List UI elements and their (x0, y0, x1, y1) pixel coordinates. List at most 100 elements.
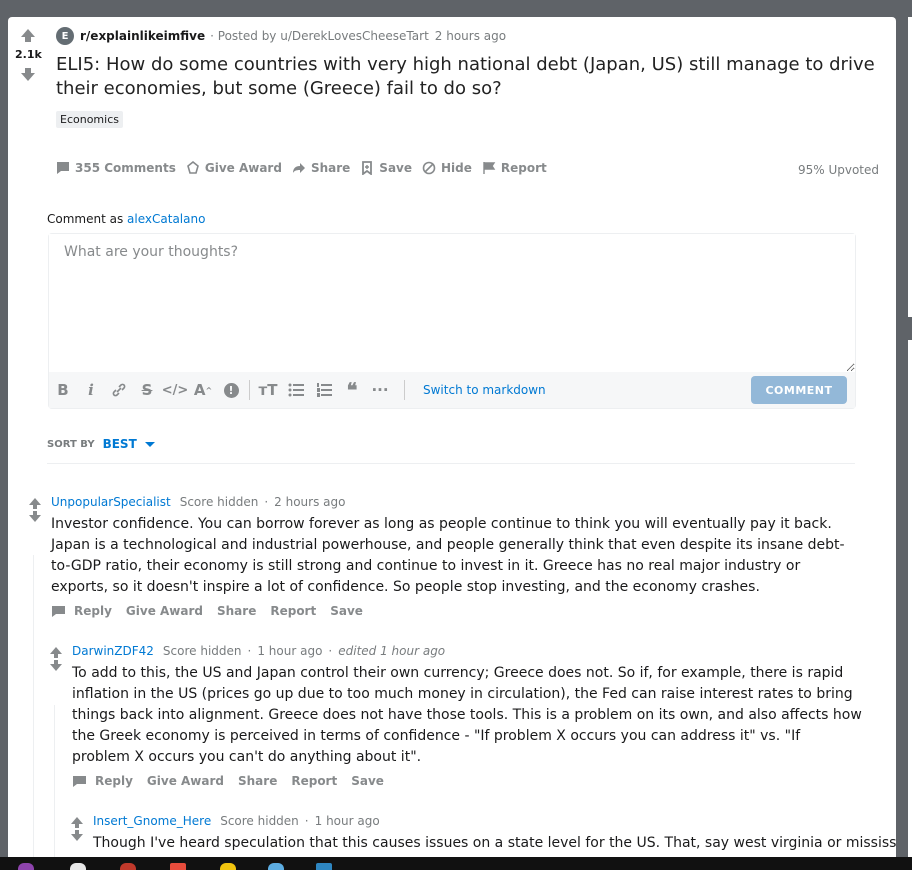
more-options-icon[interactable]: ··· (366, 376, 394, 404)
switch-to-markdown-link[interactable]: Switch to markdown (423, 383, 546, 397)
save-label: Save (379, 161, 412, 175)
report-label: Report (500, 161, 547, 175)
post-vote: 2.1k (15, 29, 42, 81)
flag-icon (483, 162, 496, 174)
post-time: 2 hours ago (434, 29, 507, 43)
code-icon[interactable]: </> (161, 376, 189, 404)
posted-by[interactable]: · Posted by u/DerekLovesCheeseTart (210, 29, 429, 43)
thread-line[interactable] (33, 555, 34, 857)
upvote-icon[interactable] (29, 498, 41, 509)
downvote-icon[interactable] (71, 830, 83, 841)
quote-icon[interactable]: ❝ (338, 376, 366, 404)
give-award-button[interactable]: Give Award (126, 604, 203, 618)
superscript-icon[interactable]: A ^ (189, 376, 217, 404)
side-panel-edge (908, 17, 912, 317)
share-label: Share (310, 161, 351, 175)
caret-down-icon (144, 441, 155, 447)
spoiler-icon[interactable]: ! (217, 376, 245, 404)
give-award-button[interactable]: Give Award (186, 161, 282, 175)
bold-icon[interactable]: B (49, 376, 77, 404)
sort-value: BEST (102, 437, 137, 451)
comment-header: Insert_Gnome_Here Score hidden · 1 hour … (93, 814, 380, 828)
reply-label: Reply (74, 604, 112, 618)
strikethrough-icon[interactable]: S (133, 376, 161, 404)
separator: · (264, 495, 269, 509)
save-button[interactable]: Save (351, 774, 384, 788)
downvote-icon[interactable] (21, 68, 35, 81)
bookmark-icon (362, 161, 373, 175)
taskbar (0, 857, 912, 870)
comment-time: 1 hour ago (314, 814, 380, 828)
hide-icon (422, 161, 436, 175)
comment-header: DarwinZDF42 Score hidden · 1 hour ago · … (72, 644, 445, 658)
comment-body: To add to this, the US and Japan control… (72, 665, 862, 765)
comment-vote (46, 647, 66, 671)
separator: · (247, 644, 252, 658)
comment-score: Score hidden (162, 644, 242, 658)
comment-time: 1 hour ago (257, 644, 323, 658)
share-button[interactable]: Share (292, 161, 350, 175)
share-button[interactable]: Share (217, 604, 256, 618)
post-actions: 355 Comments Give Award Share Save Hide … (56, 161, 547, 175)
report-button[interactable]: Report (482, 161, 547, 175)
comment-header: UnpopularSpecialist Score hidden · 2 hou… (51, 495, 345, 509)
divider (47, 463, 855, 464)
comment-body: Investor confidence. You can borrow fore… (51, 516, 845, 595)
numbered-list-icon[interactable] (310, 376, 338, 404)
award-icon (186, 161, 199, 174)
upvote-ratio: 95% Upvoted (797, 163, 879, 177)
comment-vote (67, 817, 87, 841)
report-button[interactable]: Report (270, 604, 316, 618)
separator: · (304, 814, 309, 828)
comment-as-username[interactable]: alexCatalano (127, 212, 205, 226)
comment-submit-button[interactable]: COMMENT (751, 376, 847, 404)
report-button[interactable]: Report (291, 774, 337, 788)
hide-button[interactable]: Hide (422, 161, 472, 175)
save-button[interactable]: Save (360, 161, 412, 175)
comment-actions: Reply Give Award Share Report Save (51, 604, 363, 618)
comment-icon (52, 605, 65, 617)
italic-icon[interactable]: i (77, 376, 105, 404)
link-icon[interactable] (105, 376, 133, 404)
share-button[interactable]: Share (238, 774, 277, 788)
comment-actions: Reply Give Award Share Report Save (72, 774, 384, 788)
reply-label: Reply (95, 774, 133, 788)
comment-input[interactable] (49, 234, 855, 372)
comment-score: Score hidden (220, 814, 299, 828)
sort-control: SORT BY BEST (47, 437, 155, 451)
comment-author[interactable]: UnpopularSpecialist (51, 495, 171, 509)
comments-button[interactable]: 355 Comments (56, 161, 176, 175)
upvote-icon[interactable] (50, 647, 62, 658)
subreddit-icon[interactable]: E (56, 27, 74, 45)
reply-button[interactable]: Reply (72, 774, 133, 788)
downvote-icon[interactable] (50, 660, 62, 671)
subreddit-link[interactable]: r/explainlikeimfive (80, 29, 205, 43)
app-icon[interactable] (268, 863, 284, 870)
share-icon (292, 163, 305, 173)
app-icon[interactable] (120, 863, 136, 870)
app-icon[interactable] (220, 863, 236, 870)
comment-vote (25, 498, 45, 522)
editor-toolbar: B i S </> A ^ ! тТ ❝ ··· Switch to markdo… (49, 372, 855, 408)
toolbar-divider (404, 380, 405, 400)
app-icon[interactable] (18, 863, 34, 870)
app-icon[interactable] (70, 863, 86, 870)
reply-button[interactable]: Reply (51, 604, 112, 618)
bulleted-list-icon[interactable] (282, 376, 310, 404)
comment-author[interactable]: Insert_Gnome_Here (93, 814, 211, 828)
comment-score: Score hidden (179, 495, 259, 509)
comment-as: Comment as alexCatalano (47, 212, 205, 226)
heading-icon[interactable]: тТ (254, 376, 282, 404)
upvote-icon[interactable] (21, 29, 35, 42)
comment-icon (73, 775, 86, 787)
upvote-icon[interactable] (71, 817, 83, 828)
post-flair[interactable]: Economics (56, 111, 123, 128)
comment-author[interactable]: DarwinZDF42 (72, 644, 154, 658)
sort-dropdown[interactable]: BEST (103, 437, 155, 451)
downvote-icon[interactable] (29, 511, 41, 522)
give-award-button[interactable]: Give Award (147, 774, 224, 788)
thread-line[interactable] (54, 705, 55, 857)
app-icon[interactable] (316, 863, 332, 870)
app-icon[interactable] (170, 863, 186, 870)
save-button[interactable]: Save (330, 604, 363, 618)
